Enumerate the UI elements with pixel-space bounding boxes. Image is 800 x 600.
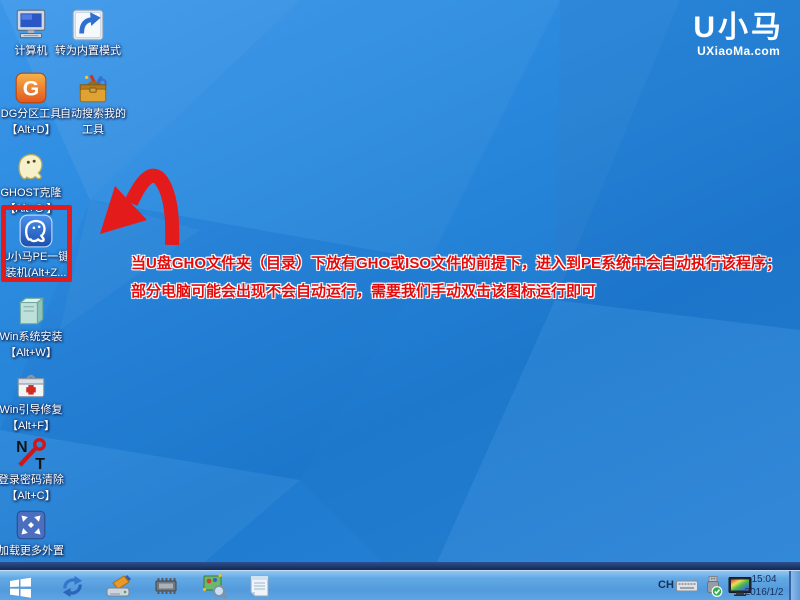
svg-text:G: G (23, 77, 39, 100)
icon-label: 计算机 (15, 45, 48, 59)
taskbar-disk-cleanup-button[interactable] (104, 573, 132, 599)
tray-usb-button[interactable] (701, 573, 725, 599)
taskbar-refresh-button[interactable] (58, 573, 86, 599)
computer-icon (13, 7, 49, 43)
logo-subtitle: UXiaoMa.com (693, 44, 784, 58)
icon-label: DG分区工具 (1, 108, 62, 122)
nt-key-icon: N T (13, 436, 49, 472)
icon-label: Win引导修复 (0, 404, 62, 418)
annotation-line-1: 当U盘GHO文件夹（目录）下放有GHO或ISO文件的前提下，进入到PE系统中会自… (131, 250, 781, 278)
uxiaoma-logo: U小马 UXiaoMa.com (693, 12, 784, 58)
ghost-icon (13, 149, 49, 185)
annotation-text: 当U盘GHO文件夹（目录）下放有GHO或ISO文件的前提下，进入到PE系统中会自… (131, 250, 781, 306)
logo-title: U小马 (693, 12, 784, 44)
keyboard-icon (676, 577, 698, 595)
desktop-icon-computer[interactable]: 计算机 (0, 7, 62, 59)
svg-text:N: N (16, 439, 27, 456)
taskbar: CH (0, 570, 800, 600)
icon-label: Win系统安装 (0, 331, 62, 345)
icon-label: 【Alt+F】 (7, 420, 55, 434)
icon-label: 【Alt+D】 (6, 124, 55, 138)
taskbar-memory-button[interactable] (152, 573, 180, 599)
paint-magnifier-icon (201, 573, 227, 599)
shortcut-arrow-icon (70, 7, 106, 43)
desktop-icon-load-external[interactable]: 加载更多外置 (0, 507, 62, 559)
icon-label: 转为内置模式 (55, 45, 121, 59)
desktop-icon-win-bootfix[interactable]: Win引导修复 【Alt+F】 (0, 366, 62, 433)
diskgenius-icon: G (13, 70, 49, 106)
desktop-icon-diskgenius[interactable]: G DG分区工具 【Alt+D】 (0, 70, 62, 137)
annotation-line-2: 部分电脑可能会出现不会自动运行，需要我们手动双击该图标运行即可 (131, 278, 781, 306)
usb-device-icon (703, 575, 723, 598)
desktop-icon-toolbox[interactable]: 自动搜索我的 工具 (61, 70, 125, 137)
icon-label: 【Alt+C】 (6, 490, 55, 504)
disk-brush-icon (105, 573, 131, 599)
windows-logo-icon (7, 573, 33, 599)
arrow-annotation (60, 150, 200, 260)
clock-date: 2016/1/2 (741, 586, 787, 599)
tray-clock[interactable]: 15:04 2016/1/2 (741, 573, 787, 599)
icon-label: 登录密码清除 (0, 474, 64, 488)
icon-label: 工具 (82, 124, 104, 138)
taskbar-notepad-button[interactable] (245, 573, 273, 599)
svg-text:T: T (35, 456, 45, 472)
tray-keyboard-button[interactable] (675, 573, 699, 599)
refresh-icon (60, 574, 85, 599)
language-indicator[interactable]: CH (658, 579, 674, 591)
desktop-icon-password-clear[interactable]: N T 登录密码清除 【Alt+C】 (0, 436, 62, 503)
desktop-icon-win-install[interactable]: Win系统安装 【Alt+W】 (0, 293, 62, 360)
memory-chip-icon (153, 573, 179, 599)
expand-arrows-icon (13, 507, 49, 543)
icon-label: 【Alt+W】 (5, 347, 57, 361)
desktop-icon-switch-mode[interactable]: 转为内置模式 (56, 7, 120, 59)
notepad-icon (246, 573, 272, 599)
icon-label: GHOST克隆 (0, 187, 61, 201)
show-desktop-button[interactable] (789, 571, 800, 600)
repair-kit-icon (13, 366, 49, 402)
taskbar-top-shadow (0, 562, 800, 570)
clock-time: 15:04 (741, 573, 787, 586)
toolbox-icon (75, 70, 111, 106)
taskbar-paint-tool-button[interactable] (200, 573, 228, 599)
start-button[interactable] (6, 573, 34, 599)
icon-label: 加载更多外置 (0, 545, 64, 559)
icon-label: 自动搜索我的 (60, 108, 126, 122)
desktop-background: U小马 UXiaoMa.com 计算机 转为内置模式 G (0, 0, 800, 600)
install-box-icon (13, 293, 49, 329)
